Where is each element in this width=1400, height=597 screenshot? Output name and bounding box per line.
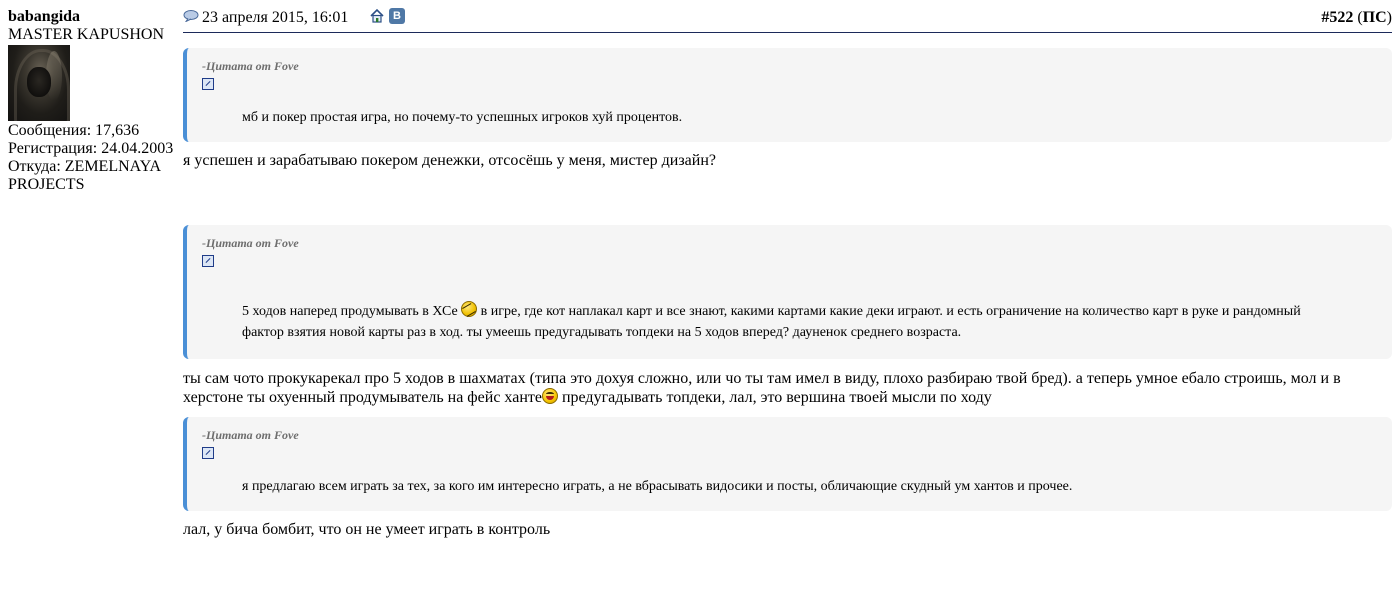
post-date: 23 апреля 2015, 16:01 [202, 9, 349, 26]
quote-text: я предлагаю всем играть за тех, за кого … [242, 479, 1073, 494]
post-body: -Цитата от Fove мб и покер простая игра,… [183, 48, 1392, 539]
forum-post: babangida MASTER KAPUSHON Сообщения: 17,… [0, 0, 1400, 597]
quote-text: мб и покер простая игра, но почему-то ус… [242, 110, 683, 125]
user-post-count: Сообщения: 17,636 [8, 122, 140, 139]
go-to-post-icon[interactable] [202, 78, 214, 90]
quote-title: -Цитата от Fove [202, 236, 299, 250]
quote-block: -Цитата от Fove мб и покер простая игра,… [183, 48, 1392, 142]
home-icon[interactable] [369, 8, 385, 24]
post-header: 23 апреля 2015, 16:01 В #522 (ПС) [183, 6, 1392, 33]
user-registration-date: Регистрация: 24.04.2003 [8, 140, 174, 157]
user-info-panel: babangida MASTER KAPUSHON Сообщения: 17,… [8, 8, 178, 194]
post-number-link[interactable]: #522 [1321, 9, 1353, 26]
user-location-continued: PROJECTS [8, 176, 85, 193]
ps-link[interactable]: ПС [1363, 9, 1387, 26]
avatar[interactable] [8, 45, 70, 121]
dizzy-smiley-icon [461, 301, 478, 317]
reply-text-part: предугадывать топдеки, лал, это вершина … [557, 389, 992, 406]
quote-text-part: 5 ходов наперед продумывать в ХСе [242, 304, 462, 319]
post-number: #522 (ПС) [1321, 9, 1392, 26]
quote-title: -Цитата от Fove [202, 428, 299, 442]
quote-block: -Цитата от Fove 5 ходов наперед продумыв… [183, 225, 1392, 359]
reply-text: я успешен и зарабатываю покером денежки,… [183, 152, 716, 169]
quote-title: -Цитата от Fove [202, 59, 299, 73]
laughing-smiley-icon [541, 388, 558, 404]
quote-text: 5 ходов наперед продумывать в ХСе в игре… [202, 301, 1378, 343]
vk-icon[interactable]: В [389, 8, 405, 24]
user-title: MASTER KAPUSHON [8, 26, 165, 43]
user-location: Откуда: ZEMELNAYA [8, 158, 162, 175]
speech-bubble-icon [183, 10, 199, 22]
go-to-post-icon[interactable] [202, 255, 214, 267]
reply-text: лал, у бича бомбит, что он не умеет игра… [183, 521, 551, 538]
go-to-post-icon[interactable] [202, 447, 214, 459]
username-link[interactable]: babangida [8, 8, 178, 26]
reply-text: ты сам чото прокукарекал про 5 ходов в ш… [183, 369, 1392, 407]
quote-block: -Цитата от Fove я предлагаю всем играть … [183, 417, 1392, 511]
